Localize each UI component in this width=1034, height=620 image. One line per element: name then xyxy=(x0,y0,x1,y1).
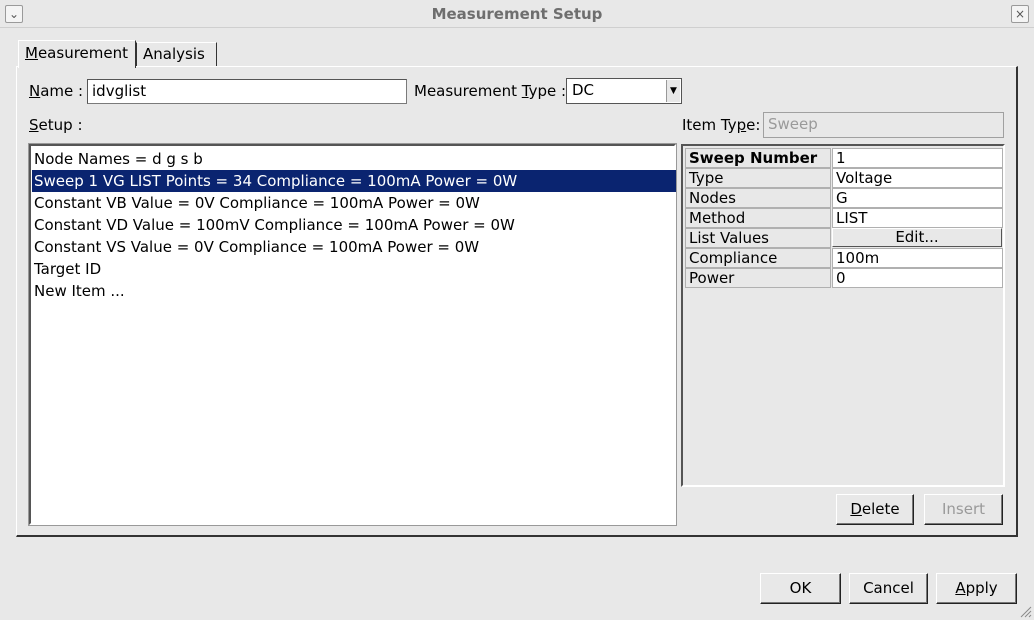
cancel-button[interactable]: Cancel xyxy=(849,573,928,604)
property-value-input[interactable]: 0 xyxy=(832,268,1003,288)
tab-measurement[interactable]: Measurement xyxy=(18,40,136,68)
list-item[interactable]: Constant VD Value = 100mV Compliance = 1… xyxy=(32,214,676,236)
delete-button[interactable]: Delete xyxy=(836,494,914,525)
insert-button[interactable]: Insert xyxy=(924,494,1003,525)
property-row: List Values Edit... xyxy=(685,228,1003,248)
property-row: Type Voltage xyxy=(685,168,1003,188)
measurement-type-label: Measurement Type : xyxy=(414,82,567,100)
measurement-type-select[interactable]: DC ▼ xyxy=(566,78,682,104)
tab-label: Analysis xyxy=(143,45,205,63)
property-value-input[interactable]: 100m xyxy=(832,248,1003,268)
resize-grip-icon[interactable] xyxy=(1018,604,1032,618)
property-key: Type xyxy=(685,168,831,188)
item-type-field: Sweep xyxy=(763,112,1004,138)
name-input[interactable]: idvglist xyxy=(87,79,407,104)
setup-label: Setup : xyxy=(29,116,83,134)
property-value-input[interactable]: LIST xyxy=(832,208,1003,228)
property-key: Method xyxy=(685,208,831,228)
close-icon: × xyxy=(1014,7,1026,21)
window-title: Measurement Setup xyxy=(431,5,603,23)
property-value-input[interactable]: 1 xyxy=(832,148,1003,168)
tab-analysis[interactable]: Analysis xyxy=(136,42,217,66)
name-label: Name : xyxy=(29,82,84,100)
list-item[interactable]: Constant VB Value = 0V Compliance = 100m… xyxy=(32,192,676,214)
list-item-selected[interactable]: Sweep 1 VG LIST Points = 34 Compliance =… xyxy=(32,170,676,192)
edit-list-values-button[interactable]: Edit... xyxy=(832,228,1002,247)
property-table: Sweep Number 1 Type Voltage Nodes G Meth… xyxy=(681,144,1005,487)
setup-list[interactable]: Node Names = d g s b Sweep 1 VG LIST Poi… xyxy=(28,143,677,526)
property-key: Nodes xyxy=(685,188,831,208)
item-type-label: Item Type: xyxy=(682,116,761,134)
property-key: Sweep Number xyxy=(685,148,831,168)
close-button[interactable]: × xyxy=(1011,5,1029,23)
property-row: Method LIST xyxy=(685,208,1003,228)
property-row: Power 0 xyxy=(685,268,1003,288)
property-key: Compliance xyxy=(685,248,831,268)
property-value-input[interactable]: G xyxy=(832,188,1003,208)
list-item[interactable]: Constant VS Value = 0V Compliance = 100m… xyxy=(32,236,676,258)
property-value-input[interactable]: Voltage xyxy=(832,168,1003,188)
property-key: List Values xyxy=(685,228,831,248)
property-row: Compliance 100m xyxy=(685,248,1003,268)
chevron-down-icon[interactable]: ▼ xyxy=(666,80,680,102)
list-item[interactable]: New Item ... xyxy=(32,280,676,302)
tab-label: Measurement xyxy=(25,44,128,62)
property-key: Power xyxy=(685,268,831,288)
list-item[interactable]: Target ID xyxy=(32,258,676,280)
apply-button[interactable]: Apply xyxy=(936,573,1017,604)
chevron-down-icon: ⌄ xyxy=(8,7,20,21)
property-row: Sweep Number 1 xyxy=(685,148,1003,168)
property-row: Nodes G xyxy=(685,188,1003,208)
ok-button[interactable]: OK xyxy=(760,573,841,604)
list-item[interactable]: Node Names = d g s b xyxy=(32,148,676,170)
window-menu-button[interactable]: ⌄ xyxy=(5,5,23,23)
